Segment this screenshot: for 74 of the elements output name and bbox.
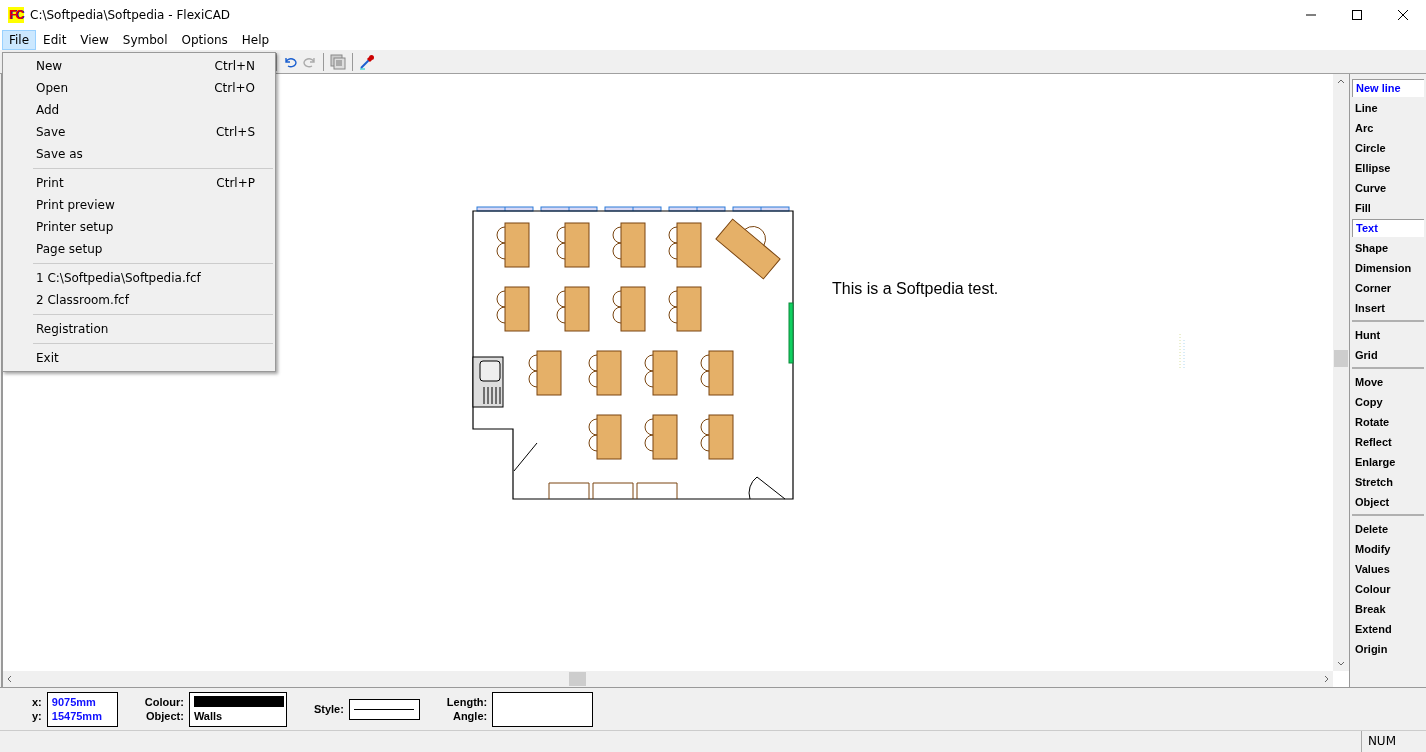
- undo-icon[interactable]: [283, 55, 297, 68]
- scroll-left-icon[interactable]: [7, 675, 12, 683]
- command-button[interactable]: Extend: [1352, 619, 1424, 639]
- app-logo: FC: [8, 7, 24, 23]
- command-button[interactable]: New line: [1352, 79, 1424, 97]
- menu-entry[interactable]: 1 C:\Softpedia\Softpedia.fcf: [3, 267, 275, 289]
- colour-label: Colour:: [144, 695, 184, 709]
- command-button[interactable]: Dimension: [1352, 258, 1424, 278]
- close-icon[interactable]: [1397, 9, 1409, 21]
- menu-entry[interactable]: Print Ctrl+P: [3, 172, 275, 194]
- colour-object-field: Walls: [188, 691, 287, 727]
- command-button[interactable]: Corner: [1352, 278, 1424, 298]
- menu-item[interactable]: File: [2, 30, 37, 50]
- command-button[interactable]: Ellipse: [1352, 158, 1424, 178]
- command-button[interactable]: Arc: [1352, 118, 1424, 138]
- scrollbar-thumb[interactable]: [1334, 350, 1348, 367]
- coordinates-field: 9075mm 15475mm: [46, 691, 118, 727]
- x-label: x:: [32, 695, 42, 709]
- command-button[interactable]: Curve: [1352, 178, 1424, 198]
- command-button[interactable]: Line: [1352, 98, 1424, 118]
- command-button[interactable]: Enlarge: [1352, 452, 1424, 472]
- menu-entry[interactable]: Save Ctrl+S: [3, 121, 275, 143]
- command-button[interactable]: Move: [1352, 372, 1424, 392]
- canvas-text: This is a Softpedia test.: [832, 280, 999, 298]
- command-button[interactable]: Fill: [1352, 198, 1424, 218]
- command-button[interactable]: Shape: [1352, 238, 1424, 258]
- command-button[interactable]: Reflect: [1352, 432, 1424, 452]
- menu-item[interactable]: View: [73, 30, 116, 50]
- object-label: Object:: [146, 709, 184, 723]
- maximize-icon[interactable]: [1351, 9, 1363, 21]
- menu-entry[interactable]: Open Ctrl+O: [3, 77, 275, 99]
- menu-entry[interactable]: Exit: [3, 347, 275, 369]
- command-button[interactable]: Stretch: [1352, 472, 1424, 492]
- menu-item[interactable]: Options: [174, 30, 235, 50]
- command-button[interactable]: Grid: [1352, 345, 1424, 365]
- horizontal-scrollbar[interactable]: [3, 671, 1333, 687]
- command-button[interactable]: Hunt: [1352, 325, 1424, 345]
- menu-entry[interactable]: Printer setup: [3, 216, 275, 238]
- menu-item[interactable]: Symbol: [115, 30, 175, 50]
- scrollbar-thumb[interactable]: [569, 672, 586, 686]
- menu-entry[interactable]: Print preview: [3, 194, 275, 216]
- menu-entry[interactable]: Page setup: [3, 238, 275, 260]
- command-button[interactable]: Colour: [1352, 579, 1424, 599]
- command-button[interactable]: Values: [1352, 559, 1424, 579]
- scroll-up-icon[interactable]: [1337, 79, 1345, 84]
- line-style-field[interactable]: [348, 698, 420, 720]
- menu-entry[interactable]: 2 Classroom.fcf: [3, 289, 275, 311]
- length-label: Length:: [446, 695, 488, 709]
- command-button[interactable]: Rotate: [1352, 412, 1424, 432]
- scroll-right-icon[interactable]: [1324, 675, 1329, 683]
- menu-entry[interactable]: Registration: [3, 318, 275, 340]
- style-label: Style:: [313, 702, 344, 716]
- menu-item[interactable]: Edit: [36, 30, 74, 50]
- angle-label: Angle:: [452, 709, 488, 723]
- menu-entry[interactable]: Add: [3, 99, 275, 121]
- command-button[interactable]: Break: [1352, 599, 1424, 619]
- command-button[interactable]: Delete: [1352, 519, 1424, 539]
- eyedropper-icon[interactable]: [359, 53, 375, 70]
- scroll-down-icon[interactable]: [1337, 661, 1345, 666]
- y-label: y:: [32, 709, 42, 723]
- num-lock-indicator: NUM: [1360, 731, 1426, 752]
- dot-pattern-drawing: [1178, 334, 1188, 370]
- command-button[interactable]: Insert: [1352, 298, 1424, 318]
- vertical-scrollbar[interactable]: [1333, 74, 1349, 671]
- command-button[interactable]: Modify: [1352, 539, 1424, 559]
- menu-entry[interactable]: New Ctrl+N: [3, 55, 275, 77]
- command-button[interactable]: Text: [1352, 219, 1424, 237]
- window-title: C:\Softpedia\Softpedia - FlexiCAD: [30, 8, 231, 22]
- menu-entry[interactable]: Save as: [3, 143, 275, 165]
- command-button[interactable]: Circle: [1352, 138, 1424, 158]
- command-button[interactable]: Object: [1352, 492, 1424, 512]
- menu-item[interactable]: Help: [234, 30, 277, 50]
- command-button[interactable]: Copy: [1352, 392, 1424, 412]
- command-button[interactable]: Origin: [1352, 639, 1424, 659]
